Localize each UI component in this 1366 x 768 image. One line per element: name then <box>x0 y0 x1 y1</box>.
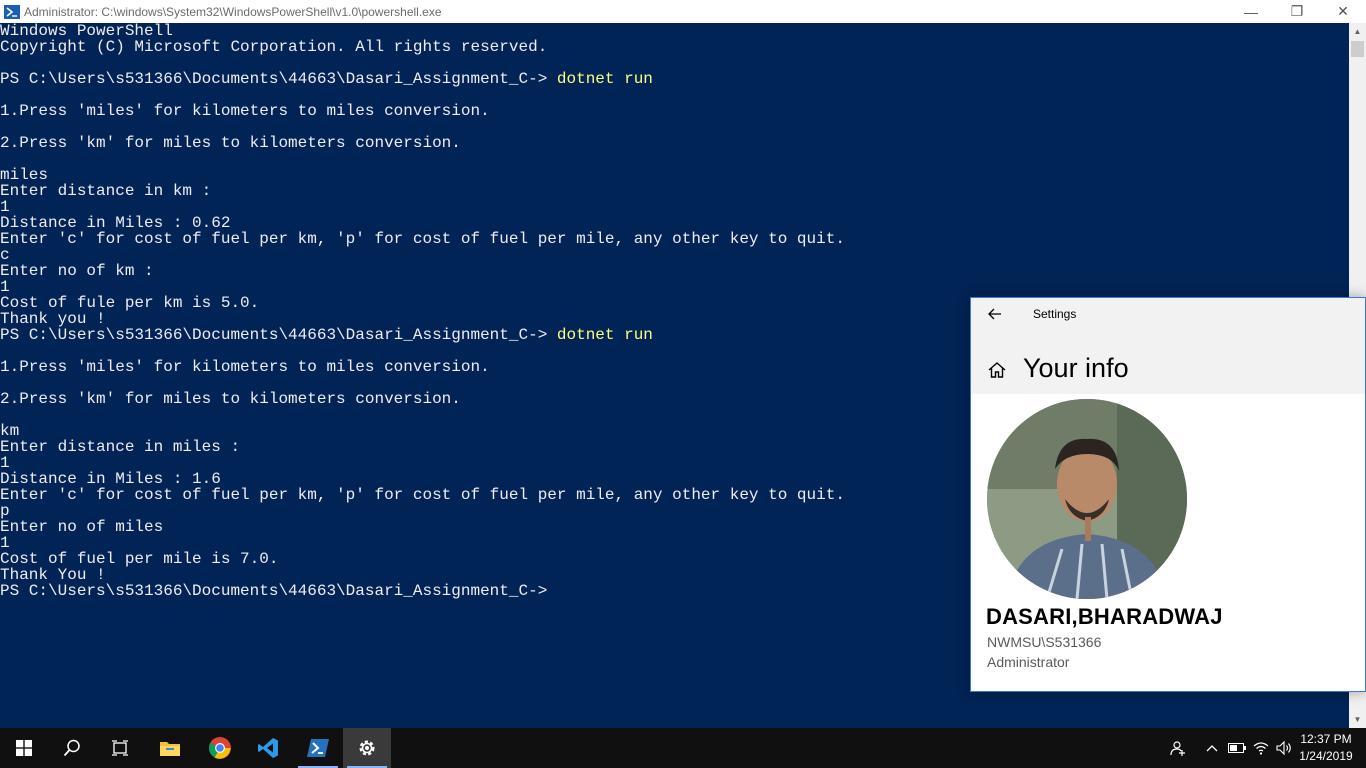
restore-button[interactable]: ❐ <box>1274 0 1320 23</box>
taskbar-clock[interactable]: 12:37 PM 1/24/2019 <box>1296 731 1356 765</box>
home-icon[interactable] <box>987 360 1007 380</box>
battery-icon[interactable] <box>1226 728 1248 768</box>
console-line: 1.Press 'miles' for kilometers to miles … <box>0 102 490 120</box>
window-title: Administrator: C:\windows\System32\Windo… <box>24 4 442 19</box>
console-line: miles <box>0 166 49 184</box>
file-explorer-button[interactable] <box>146 728 194 768</box>
vscode-button[interactable] <box>244 728 292 768</box>
user-avatar <box>987 399 1187 599</box>
console-line: Enter 'c' for cost of fuel per km, 'p' f… <box>0 230 845 248</box>
scroll-down-arrow-icon[interactable]: ▼ <box>1349 711 1366 728</box>
vscode-icon <box>258 738 278 758</box>
user-role: Administrator <box>987 654 1070 670</box>
console-prompt: PS C:\Users\s531366\Documents\44663\Dasa… <box>0 582 548 600</box>
console-prompt: PS C:\Users\s531366\Documents\44663\Dasa… <box>0 70 557 88</box>
start-button[interactable] <box>0 728 48 768</box>
task-view-button[interactable] <box>96 728 144 768</box>
wifi-icon[interactable] <box>1250 728 1272 768</box>
page-title: Your info <box>1023 353 1129 383</box>
gear-icon <box>359 740 375 756</box>
console-line: Enter distance in km : <box>0 182 212 200</box>
user-account: NWMSU\S531366 <box>987 634 1102 650</box>
settings-taskbar-button[interactable] <box>343 728 391 768</box>
task-view-icon <box>112 740 128 756</box>
window-title-bar[interactable]: Administrator: C:\windows\System32\Windo… <box>0 0 1366 23</box>
console-line: Distance in Miles : 0.62 <box>0 214 231 232</box>
taskbar: 12:37 PM 1/24/2019 <box>0 728 1366 768</box>
console-line: 1 <box>0 198 10 216</box>
people-icon[interactable] <box>1166 728 1190 768</box>
windows-logo-icon <box>16 740 32 756</box>
console-line: Copyright (C) Microsoft Corporation. All… <box>0 38 548 56</box>
close-button[interactable]: ✕ <box>1320 0 1366 23</box>
folder-icon <box>160 742 180 756</box>
minimize-button[interactable]: — <box>1228 0 1274 23</box>
console-line: PS C:\Users\s531366\Documents\44663\Dasa… <box>0 71 1349 87</box>
volume-icon[interactable] <box>1273 728 1295 768</box>
console-line: 1 <box>0 278 10 296</box>
user-display-name: DASARI,BHARADWAJ <box>986 604 1223 629</box>
search-icon <box>63 739 80 757</box>
settings-app-title: Settings <box>1033 307 1077 321</box>
console-command: dotnet run <box>556 70 653 88</box>
search-button[interactable] <box>48 728 96 768</box>
chevron-up-icon[interactable] <box>1202 728 1222 768</box>
clock-date: 1/24/2019 <box>1299 749 1353 763</box>
console-line: c <box>0 246 10 264</box>
powershell-icon <box>307 739 329 757</box>
chrome-icon <box>209 737 231 759</box>
back-arrow-icon[interactable] <box>985 304 1005 324</box>
console-line: 2.Press 'km' for miles to kilometers con… <box>0 134 461 152</box>
scroll-up-arrow-icon[interactable]: ▲ <box>1349 23 1366 40</box>
console-line: Enter no of km : <box>0 262 154 280</box>
console-line: Windows PowerShell <box>0 23 173 40</box>
settings-window[interactable]: Settings Your info DASARI,BHARADWAJ NWMS… <box>970 297 1366 692</box>
chrome-button[interactable] <box>196 728 244 768</box>
console-prompt: PS C:\Users\s531366\Documents\44663\Dasa… <box>0 326 557 344</box>
powershell-taskbar-button[interactable] <box>294 728 342 768</box>
console-command: dotnet run <box>556 326 653 344</box>
powershell-icon <box>4 4 20 19</box>
clock-time: 12:37 PM <box>1300 732 1352 746</box>
scrollbar-thumb[interactable] <box>1351 41 1364 57</box>
